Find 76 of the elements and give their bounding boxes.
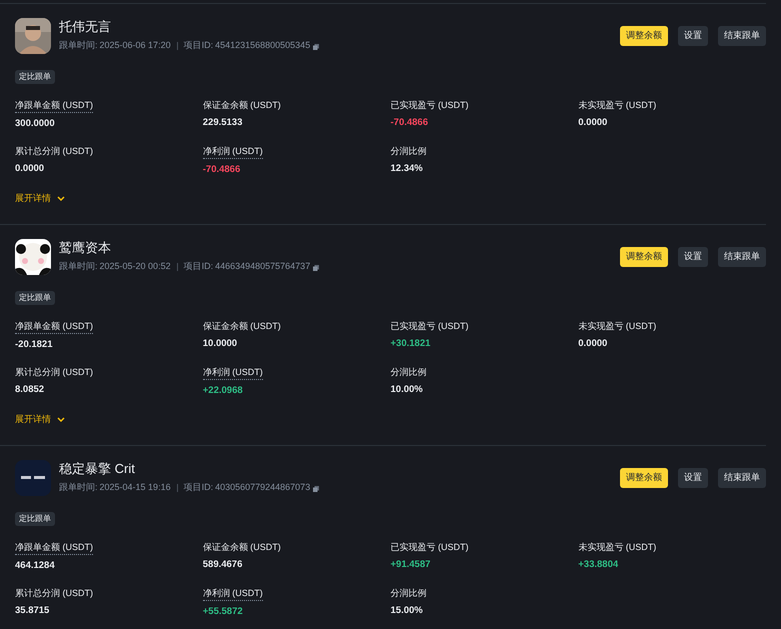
stat-label[interactable]: 净跟单金额 (USDT) xyxy=(15,541,93,555)
stat-label: 累计总分润 (USDT) xyxy=(15,587,93,600)
stat-value: 229.5133 xyxy=(202,116,242,129)
stat-value: 12.34% xyxy=(390,162,423,175)
stat-label: 未实现盈亏 (USDT) xyxy=(578,320,656,333)
stat-value: -70.4866 xyxy=(202,163,240,176)
action-button[interactable]: 调整余额 xyxy=(620,468,668,488)
stat-value: 10.0000 xyxy=(202,337,238,350)
stat-value: 300.0000 xyxy=(15,117,55,130)
action-button[interactable]: 调整余额 xyxy=(620,26,668,46)
id-label: 项目ID: xyxy=(184,260,214,273)
action-button[interactable]: 调整余额 xyxy=(620,247,668,267)
action-button[interactable]: 设置 xyxy=(678,26,708,46)
stat-label: 分润比例 xyxy=(390,145,426,158)
stat-value: 10.00% xyxy=(390,383,423,396)
stat-label: 累计总分润 (USDT) xyxy=(15,145,93,158)
action-button[interactable]: 设置 xyxy=(678,247,708,267)
project-id: 4466349480575764737 xyxy=(215,260,310,273)
stat-value: 8.0852 xyxy=(15,383,44,396)
stat-value: -20.1821 xyxy=(15,338,53,351)
action-button[interactable]: 设置 xyxy=(678,468,708,488)
follow-time: 2025-04-15 19:16 xyxy=(100,481,171,494)
chevron-down-icon xyxy=(57,196,65,202)
stat-value: -70.4866 xyxy=(390,116,428,129)
stat-value: +55.5872 xyxy=(202,605,243,618)
mode-tag: 定比跟单 xyxy=(15,291,55,305)
expand-details-link[interactable]: 展开详情 xyxy=(15,192,65,206)
time-label: 跟单时间: xyxy=(59,39,98,52)
stat-label: 分润比例 xyxy=(390,366,426,379)
stat-label[interactable]: 净利润 (USDT) xyxy=(202,366,263,380)
copy-icon[interactable] xyxy=(313,44,320,50)
trader-name: 鹫鹰资本 xyxy=(59,239,112,257)
stat-label: 已实现盈亏 (USDT) xyxy=(390,320,468,333)
time-label: 跟单时间: xyxy=(59,260,98,273)
stat-label: 已实现盈亏 (USDT) xyxy=(390,99,468,112)
stat-label: 未实现盈亏 (USDT) xyxy=(578,541,656,554)
mode-tag: 定比跟单 xyxy=(15,70,55,84)
stat-label: 保证金余额 (USDT) xyxy=(202,320,281,333)
stat-label: 累计总分润 (USDT) xyxy=(15,366,93,379)
stat-value: 15.00% xyxy=(390,604,423,617)
action-button[interactable]: 结束跟单 xyxy=(718,26,766,46)
action-button[interactable]: 结束跟单 xyxy=(718,247,766,267)
stat-value: +33.8804 xyxy=(578,558,618,571)
stat-value: +91.4587 xyxy=(390,558,430,571)
time-label: 跟单时间: xyxy=(59,481,98,494)
stat-label[interactable]: 净利润 (USDT) xyxy=(202,145,263,159)
stat-label: 保证金余额 (USDT) xyxy=(202,99,281,112)
stat-label[interactable]: 净利润 (USDT) xyxy=(202,587,263,601)
action-button[interactable]: 结束跟单 xyxy=(718,468,766,488)
follow-time: 2025-06-06 17:20 xyxy=(100,39,171,52)
stat-value: 464.1284 xyxy=(15,559,55,572)
stat-value: 589.4676 xyxy=(202,558,242,571)
stat-value: 0.0000 xyxy=(578,337,608,350)
copy-icon[interactable] xyxy=(313,486,320,492)
stat-label: 未实现盈亏 (USDT) xyxy=(578,99,656,112)
trader-name: 稳定暴擎 Crit xyxy=(59,460,136,478)
stat-value: +30.1821 xyxy=(390,337,430,350)
project-id: 4030560779244867073 xyxy=(215,481,310,494)
stat-label: 保证金余额 (USDT) xyxy=(202,541,281,554)
stat-value: +22.0968 xyxy=(202,384,243,397)
stat-label[interactable]: 净跟单金额 (USDT) xyxy=(15,320,93,334)
expand-details-link[interactable]: 展开详情 xyxy=(15,413,65,426)
stat-value: 0.0000 xyxy=(578,116,608,129)
stat-value: 0.0000 xyxy=(15,162,44,175)
follow-time: 2025-05-20 00:52 xyxy=(100,260,171,273)
chevron-down-icon xyxy=(57,417,65,422)
trader-name: 托伟无言 xyxy=(59,18,112,36)
copy-icon[interactable] xyxy=(313,264,320,271)
stat-value: 35.8715 xyxy=(15,604,50,617)
mode-tag: 定比跟单 xyxy=(15,512,55,526)
stat-label: 已实现盈亏 (USDT) xyxy=(390,541,468,554)
project-id: 4541231568800505345 xyxy=(215,39,310,52)
id-label: 项目ID: xyxy=(184,481,214,494)
stat-label[interactable]: 净跟单金额 (USDT) xyxy=(15,99,93,113)
stat-label: 分润比例 xyxy=(390,587,426,600)
id-label: 项目ID: xyxy=(184,39,214,52)
